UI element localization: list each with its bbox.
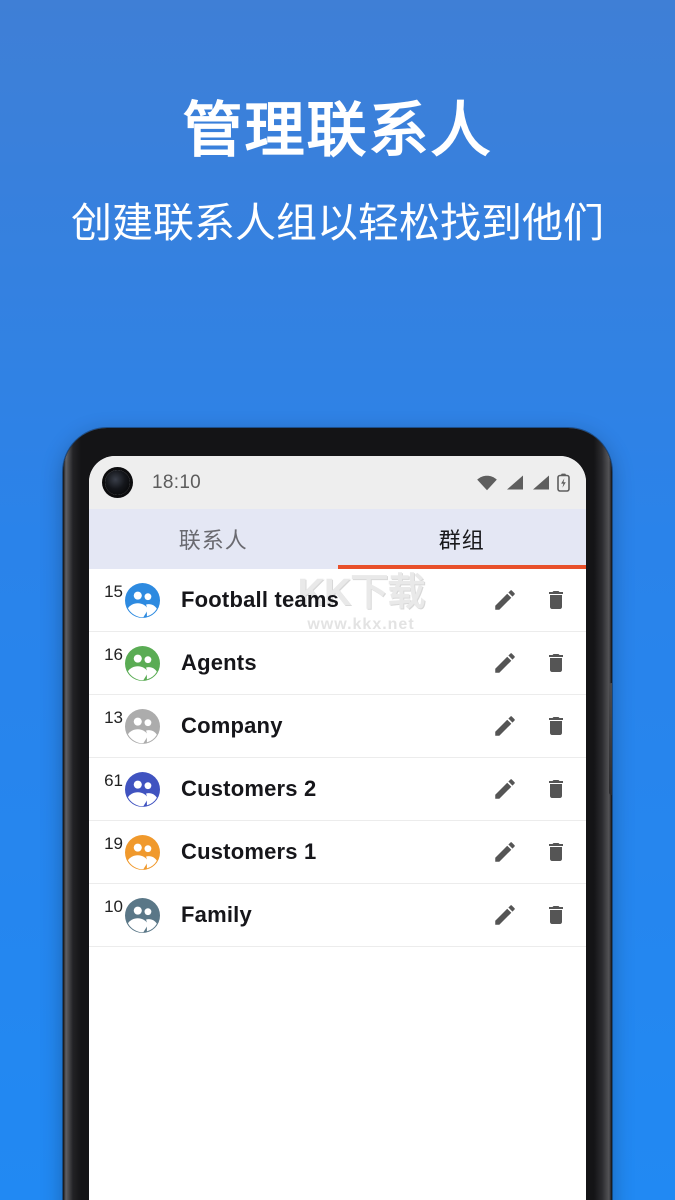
delete-trash-icon[interactable] — [544, 650, 568, 676]
delete-trash-icon[interactable] — [544, 902, 568, 928]
table-row[interactable]: 61 Customers 2 — [89, 758, 586, 821]
status-bar: 18:10 — [89, 456, 586, 509]
front-camera-icon — [105, 470, 130, 495]
phone-mockup: 18:10 联系人 群组 KK下载 www.kkx.net 15 Footbal… — [63, 428, 612, 1200]
group-name: Customers 1 — [181, 839, 317, 864]
edit-pencil-icon[interactable] — [492, 902, 518, 928]
group-avatar-icon — [125, 834, 160, 870]
page-title: 管理联系人 — [182, 97, 493, 164]
row-actions — [492, 650, 568, 676]
row-actions — [492, 839, 568, 865]
edit-pencil-icon[interactable] — [492, 713, 518, 739]
group-name: Football teams — [181, 587, 340, 612]
signal-icon — [531, 474, 550, 491]
row-actions — [492, 902, 568, 928]
table-row[interactable]: 13 Company — [89, 695, 586, 758]
table-row[interactable]: 16 Agents — [89, 632, 586, 695]
row-actions — [492, 587, 568, 613]
group-name: Agents — [181, 650, 257, 675]
table-row[interactable]: 19 Customers 1 — [89, 821, 586, 884]
edit-pencil-icon[interactable] — [492, 650, 518, 676]
row-actions — [492, 713, 568, 739]
group-member-count: 19 — [104, 834, 123, 853]
phone-power-button[interactable] — [609, 683, 612, 795]
group-avatar-icon — [125, 708, 160, 744]
group-member-count: 61 — [104, 771, 123, 790]
tab-bar: 联系人 群组 — [89, 509, 586, 569]
table-row[interactable]: 15 Football teams — [89, 569, 586, 632]
table-row[interactable]: 10 Family — [89, 884, 586, 947]
delete-trash-icon[interactable] — [544, 839, 568, 865]
edit-pencil-icon[interactable] — [492, 839, 518, 865]
group-list: KK下载 www.kkx.net 15 Football teams 16 Ag… — [89, 569, 586, 1200]
group-avatar-icon — [125, 645, 160, 681]
wifi-icon — [476, 474, 498, 491]
delete-trash-icon[interactable] — [544, 713, 568, 739]
promo-header: 管理联系人 创建联系人组以轻松找到他们 — [0, 0, 675, 248]
group-member-count: 16 — [104, 645, 123, 664]
tab-groups-label: 群组 — [438, 528, 485, 553]
group-avatar-icon — [125, 771, 160, 807]
group-member-count: 10 — [104, 897, 123, 916]
row-actions — [492, 776, 568, 802]
delete-trash-icon[interactable] — [544, 587, 568, 613]
group-name: Customers 2 — [181, 776, 317, 801]
edit-pencil-icon[interactable] — [492, 587, 518, 613]
tab-contacts-label: 联系人 — [178, 528, 248, 553]
group-name: Family — [181, 902, 252, 927]
battery-charging-icon — [557, 473, 570, 492]
group-avatar-icon — [125, 897, 160, 933]
list-empty-area — [89, 947, 586, 1200]
status-time: 18:10 — [152, 471, 202, 493]
tab-groups[interactable]: 群组 — [337, 509, 587, 569]
group-member-count: 15 — [104, 582, 123, 601]
edit-pencil-icon[interactable] — [492, 776, 518, 802]
tab-contacts[interactable]: 联系人 — [89, 509, 338, 569]
phone-screen: 18:10 联系人 群组 KK下载 www.kkx.net 15 Footbal… — [89, 456, 586, 1200]
group-member-count: 13 — [104, 708, 123, 727]
delete-trash-icon[interactable] — [544, 776, 568, 802]
group-name: Company — [181, 713, 283, 738]
page-subtitle: 创建联系人组以轻松找到他们 — [71, 200, 604, 246]
status-icons — [476, 473, 570, 492]
group-avatar-icon — [125, 582, 160, 618]
signal-icon — [505, 474, 524, 491]
